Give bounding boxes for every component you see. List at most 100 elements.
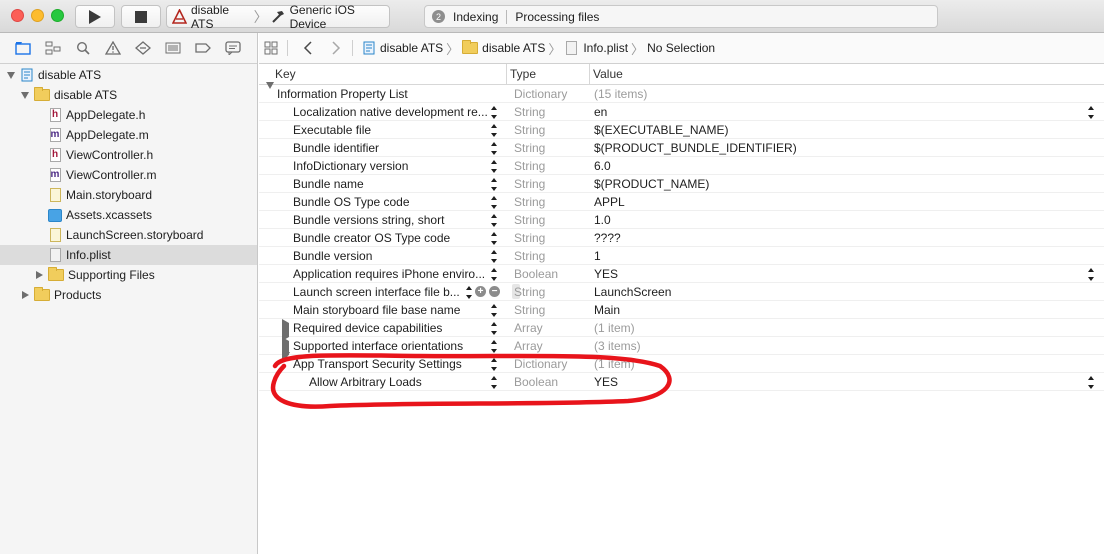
key-stepper-icon[interactable] <box>490 124 497 137</box>
plist-type[interactable]: String <box>514 195 545 209</box>
disclosure-closed-icon[interactable] <box>34 270 44 280</box>
plist-key[interactable]: Information Property List <box>277 87 408 101</box>
key-stepper-icon[interactable] <box>490 214 497 227</box>
key-stepper-icon[interactable] <box>490 376 497 389</box>
plist-row[interactable]: Main storyboard file base name String Main <box>259 301 1104 319</box>
related-items-grid-icon[interactable] <box>263 40 279 56</box>
tree-row[interactable]: m ViewController.m <box>0 165 257 185</box>
breadcrumb-selection[interactable]: No Selection <box>647 41 715 55</box>
plist-row[interactable]: Bundle identifier String $(PRODUCT_BUNDLE_… <box>259 139 1104 157</box>
plist-row[interactable]: Bundle creator OS Type code String???? <box>259 229 1104 247</box>
value-popup-stepper-icon[interactable] <box>1087 106 1094 119</box>
tree-row[interactable]: h ViewController.h <box>0 145 257 165</box>
back-chevron-icon[interactable] <box>300 40 316 56</box>
plist-row[interactable]: Allow Arbitrary Loads Boolean YES <box>259 373 1104 391</box>
plist-row[interactable]: Launch screen interface file b... + − Strin… <box>259 283 1104 301</box>
plist-key[interactable]: Launch screen interface file b... <box>293 285 460 299</box>
column-header-value[interactable]: Value <box>593 67 623 81</box>
column-divider[interactable] <box>589 64 590 85</box>
tree-row[interactable]: h AppDelegate.h <box>0 105 257 125</box>
plist-type[interactable]: Boolean <box>514 375 558 389</box>
disclosure-closed-icon[interactable] <box>282 319 289 341</box>
project-navigator-folder-icon[interactable] <box>15 40 31 56</box>
plist-key[interactable]: Localization native development re... <box>293 105 488 119</box>
plist-value[interactable]: (15 items) <box>594 87 647 101</box>
plist-value[interactable]: YES <box>594 375 618 389</box>
report-message-icon[interactable] <box>225 40 241 56</box>
plist-type[interactable]: Array <box>514 339 543 353</box>
key-stepper-icon[interactable] <box>490 160 497 173</box>
plist-type[interactable]: String <box>514 123 545 137</box>
key-stepper-icon[interactable] <box>490 322 497 335</box>
tree-row[interactable]: disable ATS <box>0 65 257 85</box>
plist-type[interactable]: Array <box>514 321 543 335</box>
breakpoint-icon[interactable] <box>195 40 211 56</box>
plist-key[interactable]: Application requires iPhone enviro... <box>293 267 485 281</box>
plist-value[interactable]: LaunchScreen <box>594 285 671 299</box>
plist-key[interactable]: Main storyboard file base name <box>293 303 460 317</box>
plist-value[interactable]: $(PRODUCT_BUNDLE_IDENTIFIER) <box>594 141 797 155</box>
key-stepper-icon[interactable] <box>490 142 497 155</box>
breadcrumb-project[interactable]: disable ATS <box>380 41 443 55</box>
plist-type[interactable]: String <box>514 303 545 317</box>
key-stepper-icon[interactable] <box>490 106 497 119</box>
close-window-button[interactable] <box>11 9 24 22</box>
plist-key[interactable]: Allow Arbitrary Loads <box>309 375 422 389</box>
plist-value[interactable]: Main <box>594 303 620 317</box>
plist-row[interactable]: Information Property List Dictionary (15 i… <box>259 82 1104 103</box>
tree-row[interactable]: disable ATS <box>0 85 257 105</box>
tree-row[interactable]: Products <box>0 285 257 305</box>
plist-type[interactable]: String <box>514 177 545 191</box>
plist-value[interactable]: (1 item) <box>594 357 635 371</box>
plist-row[interactable]: Executable file String $(EXECUTABLE_NAME) <box>259 121 1104 139</box>
plist-row[interactable]: Bundle version String 1 <box>259 247 1104 265</box>
disclosure-open-icon[interactable] <box>6 70 16 80</box>
test-diamond-icon[interactable] <box>135 40 151 56</box>
search-icon[interactable] <box>75 40 91 56</box>
value-popup-stepper-icon[interactable] <box>1087 376 1094 389</box>
scheme-selector[interactable]: disable ATS 〉 Generic iOS Device <box>166 3 390 31</box>
plist-value[interactable]: (3 items) <box>594 339 641 353</box>
key-stepper-icon[interactable] <box>490 358 497 371</box>
plist-value[interactable]: en <box>594 105 607 119</box>
plist-type[interactable]: String <box>514 213 545 227</box>
symbol-navigator-icon[interactable] <box>45 40 61 56</box>
plist-value[interactable]: $(PRODUCT_NAME) <box>594 177 709 191</box>
plist-value[interactable]: ???? <box>594 231 621 245</box>
tree-row[interactable]: Main.storyboard <box>0 185 257 205</box>
plist-key[interactable]: Executable file <box>293 123 371 137</box>
plist-type[interactable]: Dictionary <box>514 357 567 371</box>
plist-row[interactable]: Application requires iPhone enviro... Boo… <box>259 265 1104 283</box>
breadcrumb-file[interactable]: Info.plist <box>583 41 628 55</box>
key-stepper-icon[interactable] <box>490 268 497 281</box>
plist-key[interactable]: Bundle version <box>293 249 372 263</box>
tree-row[interactable]: Info.plist <box>0 245 257 265</box>
tree-row[interactable]: m AppDelegate.m <box>0 125 257 145</box>
plist-key[interactable]: Bundle identifier <box>293 141 379 155</box>
plist-type[interactable]: String <box>514 141 545 155</box>
key-stepper-icon[interactable] <box>490 232 497 245</box>
plist-value[interactable]: 1 <box>594 249 601 263</box>
stop-button[interactable] <box>121 5 161 28</box>
plist-type[interactable]: Dictionary <box>514 87 567 101</box>
disclosure-open-icon[interactable] <box>20 90 30 100</box>
plist-type[interactable]: String <box>514 285 545 299</box>
tree-row[interactable]: Supporting Files <box>0 265 257 285</box>
key-stepper-icon[interactable] <box>465 286 472 299</box>
plist-key[interactable]: Bundle versions string, short <box>293 213 444 227</box>
tree-row[interactable]: Assets.xcassets <box>0 205 257 225</box>
key-stepper-icon[interactable] <box>490 196 497 209</box>
plist-value[interactable]: (1 item) <box>594 321 635 335</box>
zoom-window-button[interactable] <box>51 9 64 22</box>
plist-type[interactable]: String <box>514 231 545 245</box>
plist-row[interactable]: Bundle versions string, short String 1.0 <box>259 211 1104 229</box>
plist-key[interactable]: Bundle name <box>293 177 364 191</box>
remove-item-icon[interactable]: − <box>489 286 500 297</box>
plist-row[interactable]: Supported interface orientations Array (3 … <box>259 337 1104 359</box>
key-stepper-icon[interactable] <box>490 178 497 191</box>
plist-value[interactable]: YES <box>594 267 618 281</box>
disclosure-closed-icon[interactable] <box>20 290 30 300</box>
plist-key[interactable]: InfoDictionary version <box>293 159 408 173</box>
debug-list-icon[interactable] <box>165 40 181 56</box>
warning-icon[interactable] <box>105 40 121 56</box>
